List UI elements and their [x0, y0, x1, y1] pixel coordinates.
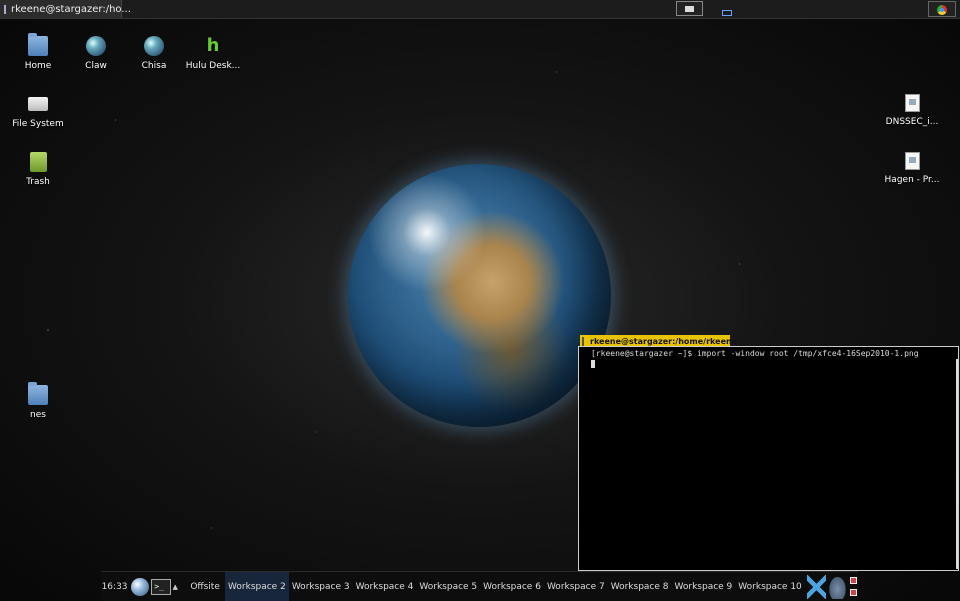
xfce-menu-icon[interactable]	[806, 574, 826, 599]
top-panel: rkeene@stargazer:/ho...	[0, 0, 960, 19]
taskbar-window-label: rkeene@stargazer:/ho...	[11, 3, 131, 15]
desktop-icon-label: DNSSEC_i...	[885, 117, 939, 127]
chrome-launcher-button[interactable]	[928, 1, 956, 17]
network-globe-icon	[144, 36, 164, 56]
tray-network-icon[interactable]	[850, 577, 858, 584]
elephant-icon[interactable]	[827, 574, 848, 599]
terminal-window-icon	[4, 4, 6, 14]
terminal-command-line: [rkeene@stargazer ~]$ import -window roo…	[591, 349, 919, 358]
desktop-icon-trash[interactable]: Trash	[1, 152, 75, 187]
workspace-button-8[interactable]: Workspace 8	[608, 572, 672, 601]
document-icon	[904, 94, 920, 112]
terminal-launcher[interactable]: >_	[151, 576, 172, 598]
hulu-icon: h	[206, 35, 220, 56]
drive-icon	[28, 97, 48, 111]
panel-clock[interactable]: 16:33	[101, 582, 128, 592]
desktop-icon-file-system[interactable]: File System	[1, 94, 75, 129]
terminal-scrollbar[interactable]	[956, 359, 958, 569]
web-browser-launcher[interactable]	[130, 576, 149, 598]
desktop-icon-label: Hagen - Pr...	[884, 175, 940, 185]
workspace-button-5[interactable]: Workspace 5	[416, 572, 480, 601]
trash-icon	[29, 152, 47, 172]
launcher-menu-arrow-icon[interactable]: ▲	[171, 583, 179, 591]
folder-icon	[28, 382, 48, 405]
network-globe-icon	[86, 36, 106, 56]
workspace-button-6[interactable]: Workspace 6	[480, 572, 544, 601]
bottom-panel: 16:33 >_ ▲ Offsite Workspace 2 Workspace…	[101, 571, 858, 601]
desktop-icon-label: File System	[12, 119, 64, 129]
desktop-icon-hagen[interactable]: Hagen - Pr...	[875, 152, 949, 185]
tray-battery-icon[interactable]	[850, 589, 858, 596]
system-tray	[850, 575, 858, 599]
terminal-title: rkeene@stargazer:/home/rkeene	[590, 336, 738, 346]
pager-workspace-2[interactable]	[722, 10, 732, 16]
desktop-icon-label: Hulu Desk...	[185, 61, 241, 71]
desktop-icon-label: nes	[30, 410, 46, 420]
workspace-button-3[interactable]: Workspace 3	[289, 572, 353, 601]
pager-window-thumbnail	[685, 6, 694, 12]
workspace-button-10[interactable]: Workspace 10	[735, 572, 805, 601]
workspace-button-7[interactable]: Workspace 7	[544, 572, 608, 601]
document-icon	[904, 152, 920, 170]
workspace-button-4[interactable]: Workspace 4	[353, 572, 417, 601]
home-folder-icon	[28, 33, 48, 56]
terminal-window-icon	[582, 336, 584, 346]
desktop-icon-hulu-desktop[interactable]: h Hulu Desk...	[176, 35, 250, 72]
terminal-cursor	[591, 360, 595, 368]
workspace-pager[interactable]	[676, 1, 732, 17]
workspace-button-2[interactable]: Workspace 2	[225, 572, 289, 601]
workspace-button-9[interactable]: Workspace 9	[672, 572, 736, 601]
pager-workspace-1[interactable]	[676, 1, 703, 16]
taskbar-window-button[interactable]: rkeene@stargazer:/ho...	[0, 0, 131, 18]
desktop-icon-nes[interactable]: nes	[1, 382, 75, 420]
web-browser-icon	[130, 577, 149, 596]
terminal-window[interactable]: [rkeene@stargazer ~]$ import -window roo…	[578, 346, 959, 571]
chrome-icon	[937, 5, 947, 15]
desktop-icon-label: Trash	[26, 177, 50, 187]
desktop-icon-dnssec[interactable]: DNSSEC_i...	[875, 94, 949, 127]
wallpaper-earth	[348, 164, 611, 427]
terminal-icon: >_	[151, 578, 172, 595]
offsite-button[interactable]: Offsite	[185, 582, 225, 592]
